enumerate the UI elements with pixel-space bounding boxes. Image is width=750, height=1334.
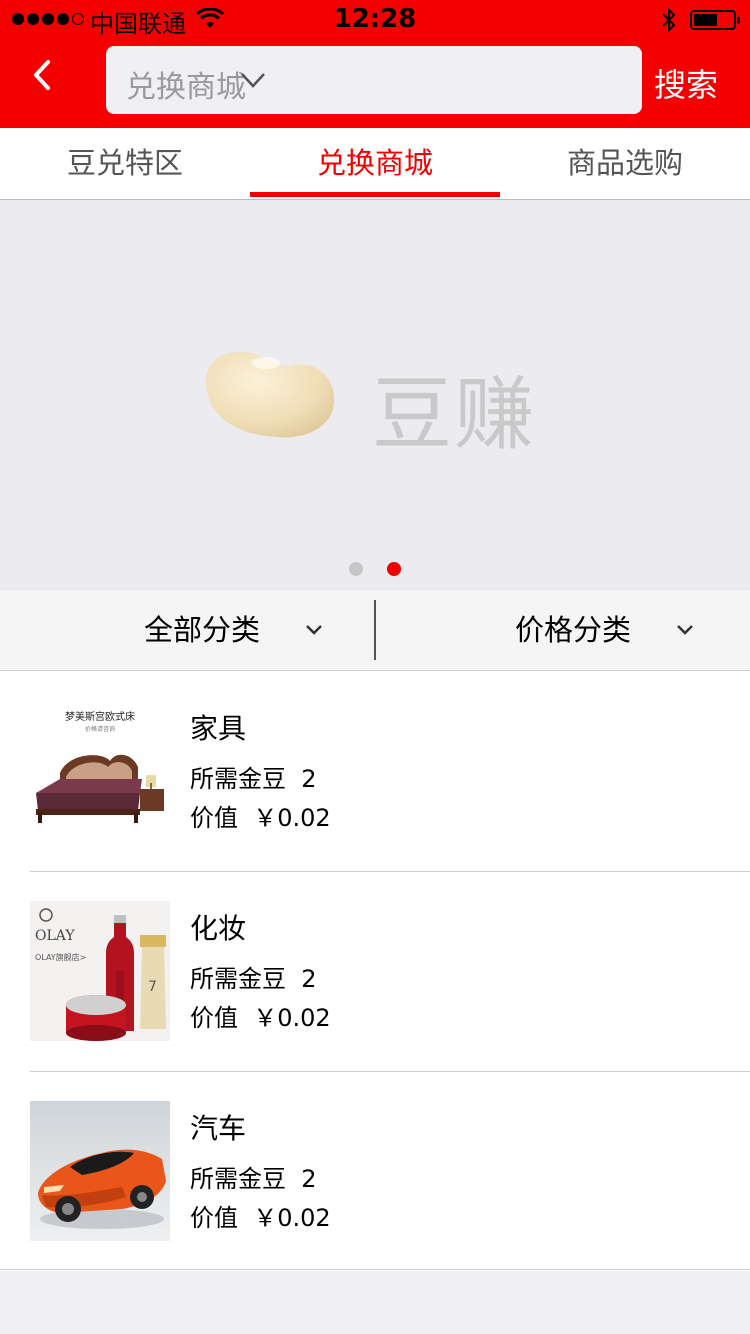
list-bottom-divider: [0, 1269, 750, 1270]
required-beans-value: 2: [301, 1165, 317, 1193]
product-thumbnail-cosmetics: OLAY OLAY旗舰店> 7: [30, 901, 170, 1041]
product-list: 梦美斯宫欧式床 价格请咨询 家具 所需金豆 2 价值 ￥0.02 OLAY OL…: [0, 671, 750, 1271]
store-link-text: OLAY旗舰店>: [35, 952, 86, 962]
filter-divider: [374, 600, 376, 660]
search-button[interactable]: 搜索: [654, 60, 718, 106]
price-filter[interactable]: 价格分类: [515, 590, 631, 670]
active-tab-indicator: [250, 192, 500, 197]
thumb-subcaption: 价格请咨询: [85, 725, 115, 733]
required-beans-value: 2: [301, 965, 317, 993]
required-beans-label: 所需金豆: [190, 1165, 286, 1193]
list-item[interactable]: 梦美斯宫欧式床 价格请咨询 家具 所需金豆 2 价值 ￥0.02: [0, 671, 750, 871]
required-beans: 所需金豆 2: [190, 1159, 317, 1194]
clock: 12:28: [333, 4, 417, 34]
required-beans-value: 2: [301, 765, 317, 793]
required-beans: 所需金豆 2: [190, 759, 317, 794]
product-name: 家具: [190, 712, 247, 745]
thumb-caption: 梦美斯宫欧式床: [65, 710, 135, 723]
back-icon[interactable]: [24, 54, 64, 98]
tab-bean-zone[interactable]: 豆兑特区: [0, 128, 250, 198]
battery-icon: [690, 10, 740, 30]
value-amount: ￥0.02: [253, 1004, 331, 1032]
required-beans-label: 所需金豆: [190, 765, 286, 793]
carousel-dot-active[interactable]: [387, 562, 401, 576]
category-filter[interactable]: 全部分类: [144, 590, 260, 670]
chevron-down-icon[interactable]: [240, 70, 266, 90]
value-amount: ￥0.02: [253, 1204, 331, 1232]
product-value: 价值 ￥0.02: [190, 998, 331, 1033]
status-bar: 中国联通 12:28: [0, 0, 750, 40]
value-label: 价值: [190, 804, 238, 832]
value-amount: ￥0.02: [253, 804, 331, 832]
cosmetics-image: OLAY OLAY旗舰店> 7: [30, 901, 170, 1041]
tab-product-shopping[interactable]: 商品选购: [500, 128, 750, 198]
list-item[interactable]: 汽车 所需金豆 2 价值 ￥0.02: [0, 1071, 750, 1271]
carousel-pagination: [0, 562, 750, 576]
car-image: [30, 1101, 170, 1241]
filter-bar: 全部分类 价格分类: [0, 590, 750, 671]
required-beans-label: 所需金豆: [190, 965, 286, 993]
bluetooth-icon: [662, 7, 676, 33]
chevron-down-icon[interactable]: [675, 622, 695, 638]
product-name: 汽车: [190, 1112, 247, 1145]
tab-exchange-mall[interactable]: 兑换商城: [250, 128, 500, 198]
product-value: 价值 ￥0.02: [190, 1198, 331, 1233]
battery-level: [694, 14, 717, 26]
search-scope-label: 兑换商城: [126, 70, 246, 105]
list-item[interactable]: OLAY OLAY旗舰店> 7 化妆 所需金豆 2 价值 ￥0.02: [0, 871, 750, 1071]
product-name: 化妆: [190, 912, 247, 945]
required-beans: 所需金豆 2: [190, 959, 317, 994]
banner-carousel[interactable]: 豆赚: [0, 200, 750, 590]
svg-text:7: 7: [148, 979, 157, 995]
header: 中国联通 12:28 兑换商城 搜索: [0, 0, 750, 128]
banner-title: 豆赚: [372, 368, 536, 461]
product-value: 价值 ￥0.02: [190, 798, 331, 833]
carousel-dot[interactable]: [349, 562, 363, 576]
bed-image: 梦美斯宫欧式床 价格请咨询: [30, 701, 170, 841]
value-label: 价值: [190, 1004, 238, 1032]
product-thumbnail-car: [30, 1101, 170, 1241]
chevron-down-icon[interactable]: [304, 622, 324, 638]
value-label: 价值: [190, 1204, 238, 1232]
tab-bar: 豆兑特区 兑换商城 商品选购: [0, 128, 750, 200]
search-input[interactable]: 兑换商城: [106, 46, 642, 114]
bean-logo-icon: [205, 351, 335, 438]
olay-brand-text: OLAY: [35, 928, 75, 944]
product-thumbnail-bed: 梦美斯宫欧式床 价格请咨询: [30, 701, 170, 841]
